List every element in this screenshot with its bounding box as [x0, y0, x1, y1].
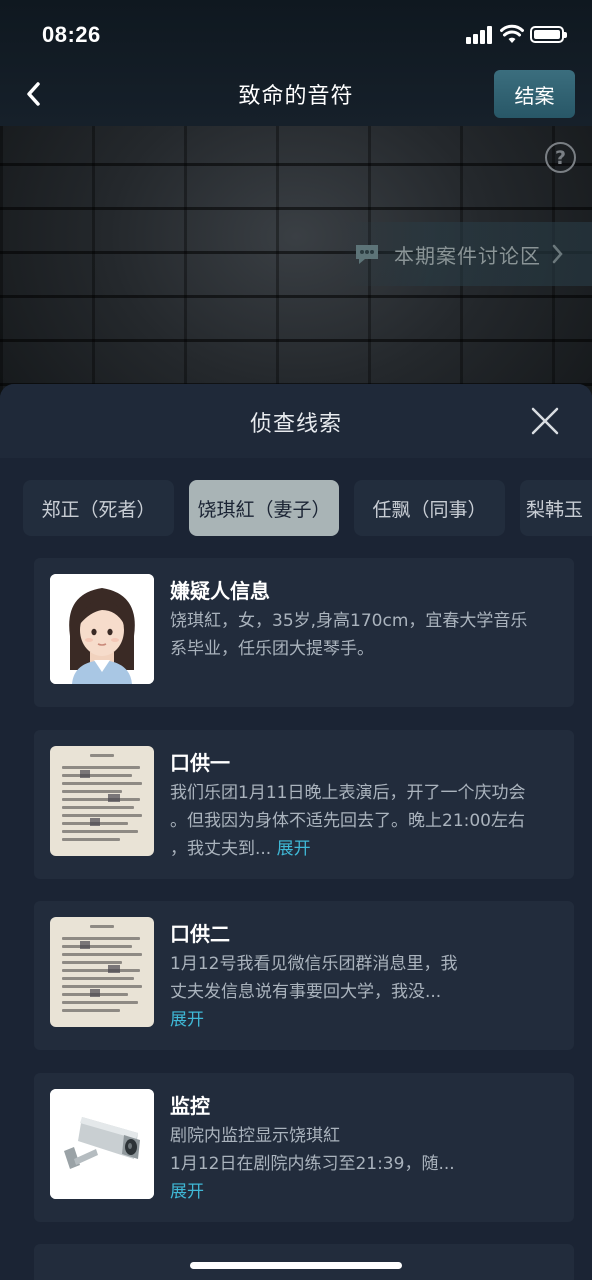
cctv-camera-icon	[50, 1089, 154, 1199]
expand-link[interactable]: 展开	[170, 1006, 554, 1034]
sheet-title: 侦查线索	[249, 412, 342, 437]
home-indicator	[190, 1262, 402, 1269]
expand-link[interactable]: 展开	[277, 839, 311, 859]
expand-link[interactable]: 展开	[170, 1178, 554, 1206]
clue-title: 口供一	[170, 751, 230, 775]
cellular-signal-icon	[466, 26, 494, 44]
status-bar: 08:26	[0, 0, 592, 70]
clue-title: 嫌疑人信息	[170, 579, 270, 603]
document-thumbnail	[50, 917, 154, 1027]
chevron-right-icon	[552, 244, 563, 264]
tab-rao-qihong[interactable]: 饶琪紅（妻子）	[189, 480, 339, 536]
clue-card-statement-one[interactable]: 口供一 我们乐团1月11日晚上表演后，开了一个庆功会 。但我因为身体不适先回去了…	[34, 730, 574, 879]
clue-description: 我们乐团1月11日晚上表演后，开了一个庆功会 。但我因为身体不适先回去了。晚上2…	[170, 783, 526, 859]
suspect-tabs: 郑正（死者） 饶琪紅（妻子） 任飘（同事） 梨韩玉	[0, 480, 592, 536]
clue-title: 监控	[170, 1094, 210, 1118]
sheet-header: 侦查线索	[0, 384, 592, 458]
tab-ren-piao[interactable]: 任飘（同事）	[354, 480, 505, 536]
status-time: 08:26	[42, 22, 101, 47]
document-thumbnail	[50, 746, 154, 856]
tab-li-hanyu[interactable]: 梨韩玉	[520, 480, 592, 536]
clue-card-suspect-info[interactable]: 嫌疑人信息 饶琪紅，女，35岁,身高170cm，宜春大学音乐 系毕业，任乐团大提…	[34, 558, 574, 707]
clues-sheet: 侦查线索 郑正（死者） 饶琪紅（妻子） 任飘（同事） 梨韩玉 嫌疑人信息 饶琪紅…	[0, 384, 592, 1280]
clue-card-surveillance[interactable]: 监控 剧院内监控显示饶琪紅 1月12日在剧院内练习至21:39，随... 展开	[34, 1073, 574, 1222]
clue-description: 剧院内监控显示饶琪紅 1月12日在剧院内练习至21:39，随... 展开	[170, 1122, 554, 1206]
discussion-area-link[interactable]: 本期案件讨论区	[340, 222, 592, 286]
clue-title: 口供二	[170, 922, 230, 946]
woman-avatar-icon	[50, 574, 154, 684]
clue-description: 1月12号我看见微信乐团群消息里，我 丈夫发信息说有事要回大学，我没... 展开	[170, 950, 554, 1034]
discussion-label: 本期案件讨论区	[394, 243, 541, 268]
close-case-button[interactable]: 结案	[494, 70, 575, 118]
cctv-thumbnail	[50, 1089, 154, 1199]
clue-card-statement-two[interactable]: 口供二 1月12号我看见微信乐团群消息里，我 丈夫发信息说有事要回大学，我没..…	[34, 901, 574, 1050]
clue-description: 饶琪紅，女，35岁,身高170cm，宜春大学音乐 系毕业，任乐团大提琴手。	[170, 611, 528, 659]
wifi-icon	[500, 24, 524, 43]
close-icon[interactable]	[527, 403, 563, 439]
battery-icon	[530, 26, 567, 43]
screen: 08:26 致命的音符 结案 ? 本期案件讨论区 侦查线索 郑正（死者） 饶琪紅…	[0, 0, 592, 1280]
tab-zheng-zheng[interactable]: 郑正（死者）	[23, 480, 174, 536]
chat-bubble-icon	[356, 245, 378, 264]
help-icon[interactable]: ?	[545, 142, 576, 173]
avatar	[50, 574, 154, 684]
